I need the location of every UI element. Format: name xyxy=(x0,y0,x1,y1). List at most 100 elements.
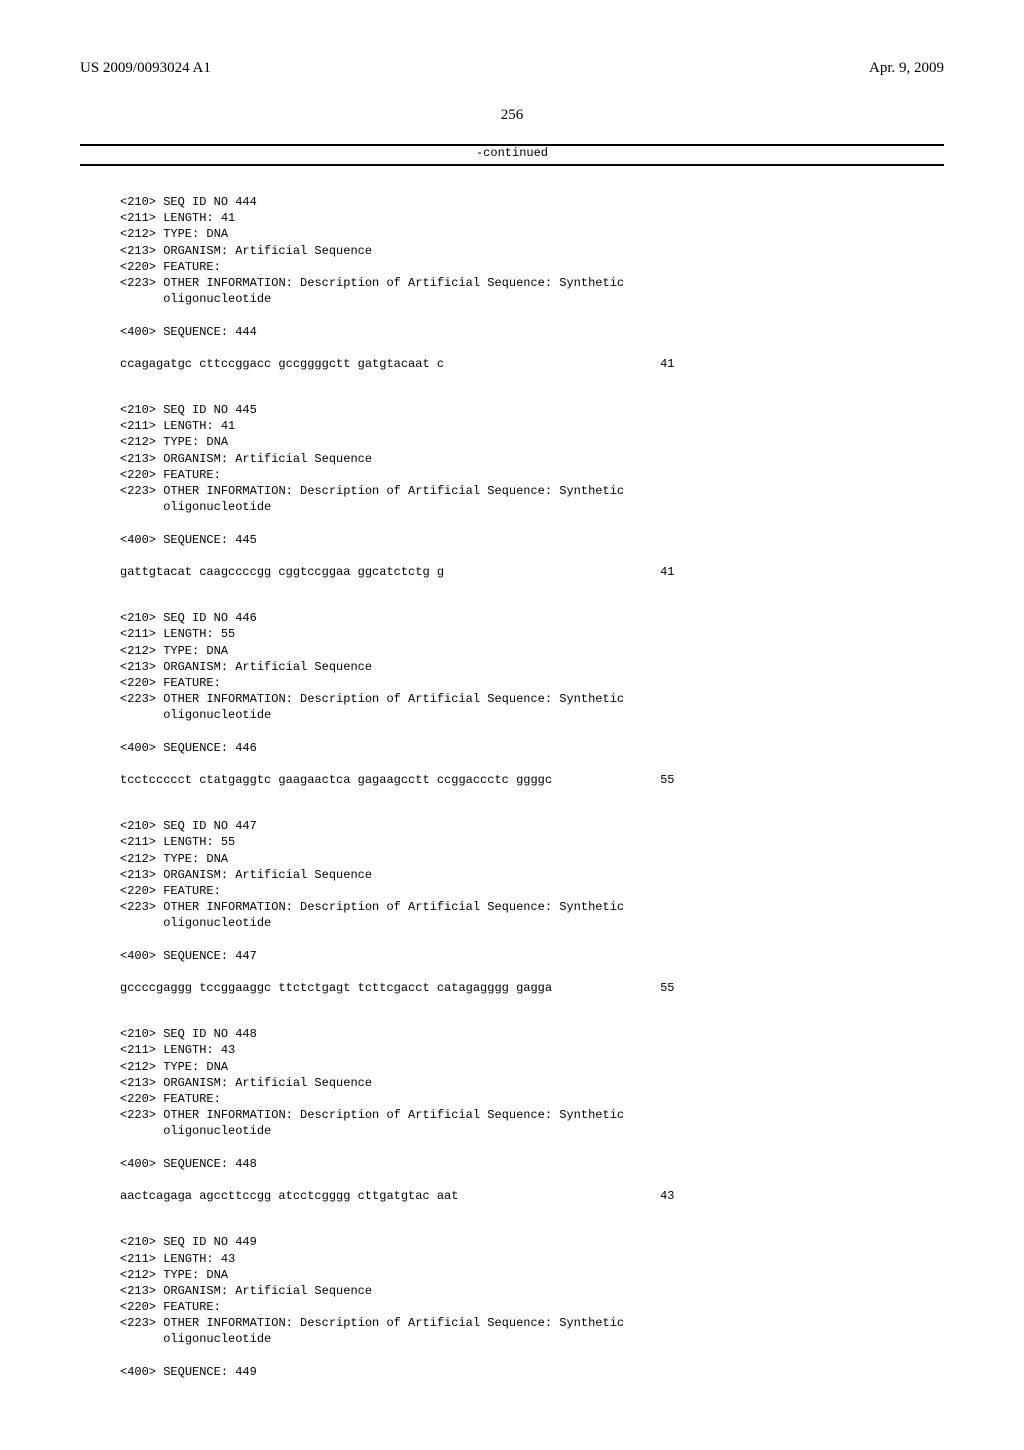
tag-400: <400> xyxy=(120,325,163,339)
seq-label: SEQUENCE: 449 xyxy=(163,1365,257,1379)
indent xyxy=(120,1124,163,1138)
publication-number: US 2009/0093024 A1 xyxy=(80,60,211,77)
tag-210: <210> SEQ ID NO xyxy=(120,403,235,417)
seq-type: DNA xyxy=(206,435,228,449)
tag-220: <220> xyxy=(120,468,163,482)
seq-length: 55 xyxy=(221,835,235,849)
tag-220: <220> xyxy=(120,1300,163,1314)
seq-feature: FEATURE: xyxy=(163,884,221,898)
seq-length: 43 xyxy=(221,1043,235,1057)
tag-211: <211> LENGTH: xyxy=(120,1043,221,1057)
seq-label: SEQUENCE: 447 xyxy=(163,949,257,963)
sequence-text: aactcagaga agccttccgg atcctcgggg cttgatg… xyxy=(120,1189,458,1203)
tag-211: <211> LENGTH: xyxy=(120,211,221,225)
tag-400: <400> xyxy=(120,1157,163,1171)
seq-other-info-cont: oligonucleotide xyxy=(163,708,271,722)
seq-organism: Artificial Sequence xyxy=(235,868,372,882)
tag-220: <220> xyxy=(120,676,163,690)
indent xyxy=(120,916,163,930)
sequence-text: gattgtacat caagccccgg cggtccggaa ggcatct… xyxy=(120,565,444,579)
sequence-block: <210> SEQ ID NO 446 <211> LENGTH: 55 <21… xyxy=(80,610,944,788)
seq-type: DNA xyxy=(206,644,228,658)
tag-213: <213> ORGANISM: xyxy=(120,1284,235,1298)
tag-212: <212> TYPE: xyxy=(120,1060,206,1074)
sequence-count: 43 xyxy=(660,1189,674,1203)
seq-label: SEQUENCE: 444 xyxy=(163,325,257,339)
seq-id: 448 xyxy=(235,1027,257,1041)
seq-feature: FEATURE: xyxy=(163,260,221,274)
sequence-block: <210> SEQ ID NO 447 <211> LENGTH: 55 <21… xyxy=(80,818,944,996)
seq-organism: Artificial Sequence xyxy=(235,452,372,466)
seq-other-info-cont: oligonucleotide xyxy=(163,1332,271,1346)
indent xyxy=(120,1332,163,1346)
sequence-text: tcctccccct ctatgaggtc gaagaactca gagaagc… xyxy=(120,773,552,787)
tag-220: <220> xyxy=(120,1092,163,1106)
seq-id: 445 xyxy=(235,403,257,417)
tag-210: <210> SEQ ID NO xyxy=(120,611,235,625)
tag-223: <223> xyxy=(120,1108,163,1122)
seq-organism: Artificial Sequence xyxy=(235,1076,372,1090)
seq-type: DNA xyxy=(206,1060,228,1074)
tag-400: <400> xyxy=(120,949,163,963)
tag-223: <223> xyxy=(120,900,163,914)
seq-other-info: OTHER INFORMATION: Description of Artifi… xyxy=(163,1316,624,1330)
tag-400: <400> xyxy=(120,741,163,755)
sequence-block: <210> SEQ ID NO 444 <211> LENGTH: 41 <21… xyxy=(80,194,944,372)
tag-212: <212> TYPE: xyxy=(120,435,206,449)
seq-length: 41 xyxy=(221,211,235,225)
seq-feature: FEATURE: xyxy=(163,468,221,482)
indent xyxy=(120,292,163,306)
tag-223: <223> xyxy=(120,276,163,290)
seq-organism: Artificial Sequence xyxy=(235,660,372,674)
seq-other-info-cont: oligonucleotide xyxy=(163,916,271,930)
page-header: US 2009/0093024 A1 Apr. 9, 2009 xyxy=(80,60,944,77)
tag-211: <211> LENGTH: xyxy=(120,1252,221,1266)
seq-feature: FEATURE: xyxy=(163,1092,221,1106)
tag-210: <210> SEQ ID NO xyxy=(120,1235,235,1249)
publication-date: Apr. 9, 2009 xyxy=(869,60,944,77)
seq-label: SEQUENCE: 446 xyxy=(163,741,257,755)
seq-feature: FEATURE: xyxy=(163,676,221,690)
tag-211: <211> LENGTH: xyxy=(120,419,221,433)
seq-feature: FEATURE: xyxy=(163,1300,221,1314)
tag-211: <211> LENGTH: xyxy=(120,835,221,849)
sequence-count: 55 xyxy=(660,773,674,787)
tag-213: <213> ORGANISM: xyxy=(120,244,235,258)
tag-213: <213> ORGANISM: xyxy=(120,660,235,674)
seq-other-info: OTHER INFORMATION: Description of Artifi… xyxy=(163,1108,624,1122)
tag-400: <400> xyxy=(120,533,163,547)
indent xyxy=(120,500,163,514)
seq-other-info: OTHER INFORMATION: Description of Artifi… xyxy=(163,276,624,290)
divider-bottom xyxy=(80,164,944,166)
seq-id: 446 xyxy=(235,611,257,625)
page-container: US 2009/0093024 A1 Apr. 9, 2009 256 -con… xyxy=(0,0,1024,1450)
seq-label: SEQUENCE: 448 xyxy=(163,1157,257,1171)
seq-length: 55 xyxy=(221,627,235,641)
tag-400: <400> xyxy=(120,1365,163,1379)
tag-213: <213> ORGANISM: xyxy=(120,1076,235,1090)
sequence-count: 41 xyxy=(660,565,674,579)
tag-220: <220> xyxy=(120,884,163,898)
seq-id: 447 xyxy=(235,819,257,833)
seq-length: 41 xyxy=(221,419,235,433)
seq-type: DNA xyxy=(206,227,228,241)
indent xyxy=(120,708,163,722)
tag-223: <223> xyxy=(120,692,163,706)
seq-organism: Artificial Sequence xyxy=(235,244,372,258)
tag-212: <212> TYPE: xyxy=(120,852,206,866)
sequence-count: 55 xyxy=(660,981,674,995)
sequence-text: ccagagatgc cttccggacc gccggggctt gatgtac… xyxy=(120,357,444,371)
seq-label: SEQUENCE: 445 xyxy=(163,533,257,547)
seq-other-info: OTHER INFORMATION: Description of Artifi… xyxy=(163,900,624,914)
tag-220: <220> xyxy=(120,260,163,274)
sequence-block: <210> SEQ ID NO 448 <211> LENGTH: 43 <21… xyxy=(80,1026,944,1204)
tag-210: <210> SEQ ID NO xyxy=(120,195,235,209)
seq-length: 43 xyxy=(221,1252,235,1266)
page-number: 256 xyxy=(80,107,944,124)
seq-id: 449 xyxy=(235,1235,257,1249)
tag-211: <211> LENGTH: xyxy=(120,627,221,641)
sequence-block: <210> SEQ ID NO 449 <211> LENGTH: 43 <21… xyxy=(80,1234,944,1380)
tag-210: <210> SEQ ID NO xyxy=(120,819,235,833)
tag-212: <212> TYPE: xyxy=(120,1268,206,1282)
seq-other-info: OTHER INFORMATION: Description of Artifi… xyxy=(163,692,624,706)
